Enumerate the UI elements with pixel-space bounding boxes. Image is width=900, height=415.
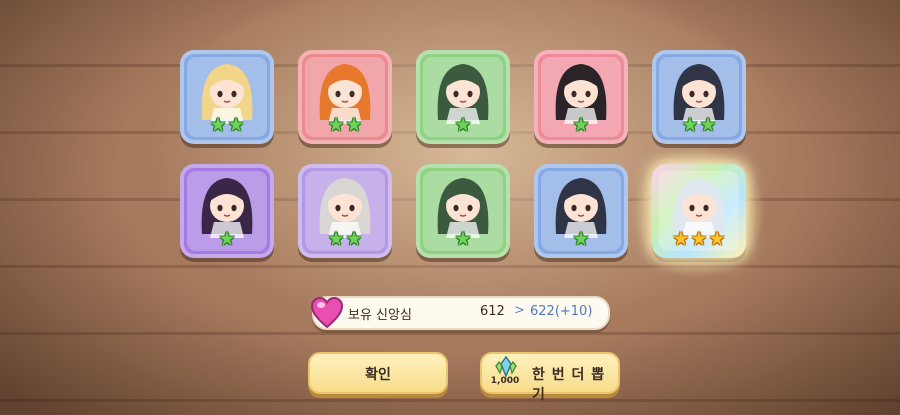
star-icon: ★	[218, 228, 236, 250]
silver-hair-girl-portrait-icon	[319, 178, 371, 238]
star-rating: ★ ★	[180, 116, 274, 135]
star-icon: ★	[681, 114, 699, 136]
result-card[interactable]: ★	[180, 164, 274, 258]
star-icon: ★	[227, 114, 245, 136]
star-icon: ★	[345, 114, 363, 136]
star-icon: ★	[708, 228, 726, 250]
result-card[interactable]: ★ ★	[298, 50, 392, 144]
star-rating: ★	[416, 230, 510, 249]
heart-icon	[310, 296, 344, 329]
star-rating: ★	[416, 116, 510, 135]
draw-cost: 1,000	[490, 376, 520, 386]
star-rating: ★ ★ ★	[652, 230, 746, 249]
draw-again-label: 한 번 더 뽑기	[532, 367, 606, 403]
star-icon: ★	[454, 114, 472, 136]
star-icon: ★	[572, 114, 590, 136]
draw-again-button[interactable]: 1,000 한 번 더 뽑기	[480, 352, 620, 403]
star-icon: ★	[209, 114, 227, 136]
crystal-icon	[495, 356, 517, 378]
star-icon: ★	[327, 114, 345, 136]
result-card[interactable]: ★ ★	[298, 164, 392, 258]
star-rating: ★ ★	[298, 230, 392, 249]
result-card[interactable]: ★	[416, 50, 510, 144]
result-card[interactable]: ★ ★	[180, 50, 274, 144]
faith-label: 보유 신앙심	[348, 308, 412, 323]
star-icon: ★	[672, 228, 690, 250]
faith-current-value: 612	[480, 304, 505, 319]
dark-hair-girl-portrait-icon	[673, 64, 725, 124]
star-icon: ★	[327, 228, 345, 250]
star-rating: ★	[534, 230, 628, 249]
star-icon: ★	[572, 228, 590, 250]
result-card[interactable]: ★ ★ ★	[652, 164, 746, 258]
star-rating: ★ ★	[652, 116, 746, 135]
star-rating: ★	[180, 230, 274, 249]
star-rating: ★ ★	[298, 116, 392, 135]
blonde-girl-portrait-icon	[201, 64, 253, 124]
faith-new-value: 622(+10)	[530, 304, 593, 319]
faith-arrow: >	[514, 303, 525, 318]
star-icon: ★	[454, 228, 472, 250]
star-icon: ★	[345, 228, 363, 250]
star-icon: ★	[699, 114, 717, 136]
star-icon: ★	[690, 228, 708, 250]
result-card[interactable]: ★	[534, 164, 628, 258]
result-card[interactable]: ★	[534, 50, 628, 144]
result-card[interactable]: ★ ★	[652, 50, 746, 144]
confirm-button[interactable]: 확인	[308, 352, 448, 394]
confirm-button-label: 확인	[365, 367, 391, 383]
result-card[interactable]: ★	[416, 164, 510, 258]
star-rating: ★	[534, 116, 628, 135]
fire-spirit-portrait-icon	[319, 64, 371, 124]
faith-bar: 보유 신앙심 612 > 622(+10)	[310, 296, 610, 330]
